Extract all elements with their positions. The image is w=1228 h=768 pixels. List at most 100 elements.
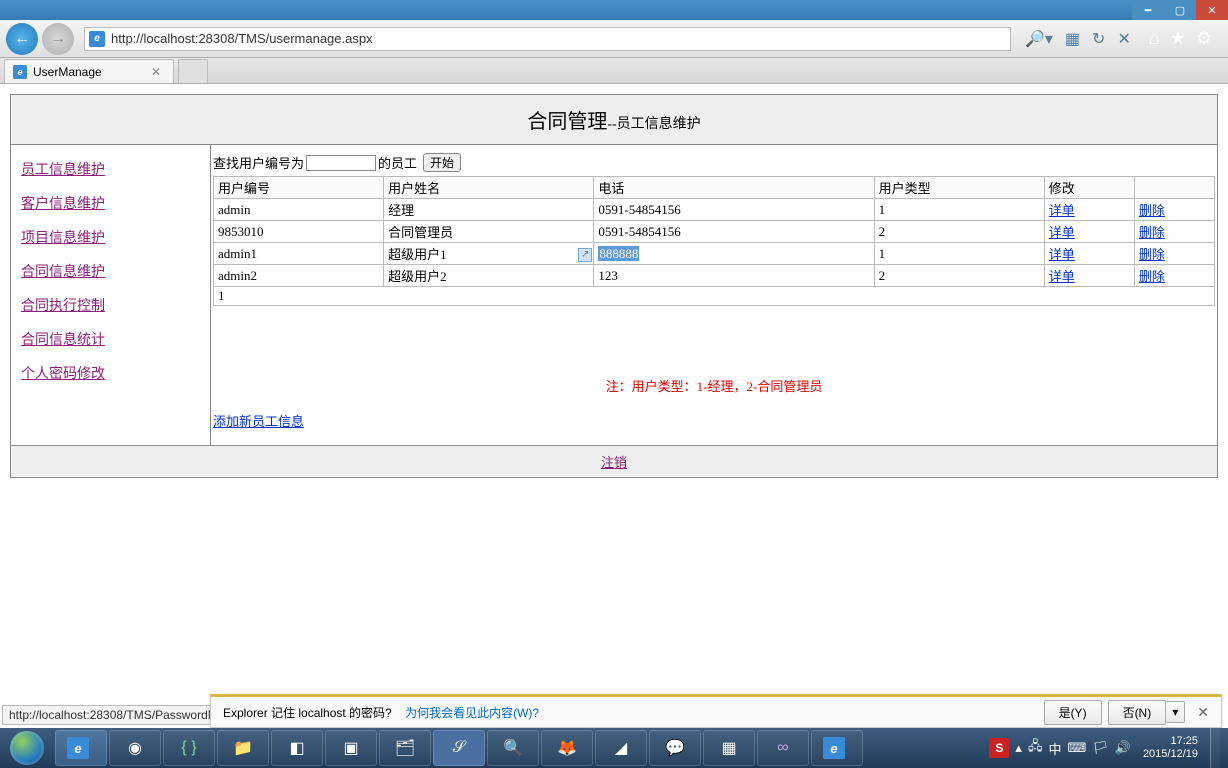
search-suffix: 的员工: [378, 153, 417, 172]
sidebar-item-stats[interactable]: 合同信息统计: [21, 329, 200, 349]
new-tab-button[interactable]: [178, 59, 208, 83]
prompt-yes-button[interactable]: 是(Y): [1044, 700, 1102, 725]
detail-link[interactable]: 详单: [1049, 247, 1075, 262]
refresh-icon[interactable]: ↻: [1092, 29, 1105, 49]
cell-id: admin: [214, 199, 384, 221]
toolbar-right: ⌂ ★ ⚙: [1139, 28, 1222, 49]
delete-link[interactable]: 删除: [1139, 269, 1165, 284]
compat-view-icon[interactable]: ▦: [1065, 29, 1080, 49]
sidebar-item-customer[interactable]: 客户信息维护: [21, 193, 200, 213]
home-icon[interactable]: ⌂: [1149, 28, 1160, 49]
taskbar-app-1[interactable]: { }: [163, 730, 215, 766]
window-titlebar: ━ ▢ ✕: [0, 0, 1228, 20]
taskbar-explorer[interactable]: 📁: [217, 730, 269, 766]
col-id: 用户编号: [214, 177, 384, 199]
tab-close-icon[interactable]: ✕: [147, 65, 165, 79]
taskbar-app-7[interactable]: ◢: [595, 730, 647, 766]
sidebar-item-execution[interactable]: 合同执行控制: [21, 295, 200, 315]
nav-icon-group: 🔎▾ ▦ ↻ ✕: [1017, 29, 1139, 49]
search-button[interactable]: 开始: [423, 153, 461, 172]
taskbar-ie[interactable]: e: [55, 730, 107, 766]
taskbar-wechat[interactable]: 💬: [649, 730, 701, 766]
ie-password-prompt: Explorer 记住 localhost 的密码? 为何我会看见此内容(W)?…: [210, 694, 1222, 728]
prompt-why-link[interactable]: 为何我会看见此内容(W)?: [405, 706, 539, 720]
sidebar-item-employee[interactable]: 员工信息维护: [21, 159, 200, 179]
footer: 注销: [11, 445, 1217, 477]
search-row: 查找用户编号为 的员工 开始: [213, 151, 1215, 176]
taskbar-ie-2[interactable]: e: [811, 730, 863, 766]
nav-forward-button[interactable]: →: [42, 23, 74, 55]
sidebar-item-password[interactable]: 个人密码修改: [21, 363, 200, 383]
tray-zh-icon[interactable]: 中: [1048, 739, 1061, 758]
favorites-icon[interactable]: ★: [1170, 28, 1186, 49]
show-desktop-button[interactable]: [1210, 728, 1220, 768]
tab-bar: e UserManage ✕: [0, 58, 1228, 84]
start-button[interactable]: [0, 728, 54, 768]
ie-icon: e: [13, 65, 27, 79]
stop-icon[interactable]: ✕: [1117, 29, 1130, 49]
search-dropdown-icon[interactable]: 🔎▾: [1025, 29, 1053, 49]
taskbar-app-8[interactable]: ▦: [703, 730, 755, 766]
cell-phone: 0591-54854156: [594, 199, 874, 221]
address-bar[interactable]: e http://localhost:28308/TMS/usermanage.…: [84, 27, 1011, 51]
taskbar: e ◉ { } 📁 ◧ ▣ 🗂 𝒮 🔍 🦊 ◢ 💬 ▦ ∞ e S ▴ 🖧 中 …: [0, 728, 1228, 768]
cell-type: 1: [874, 199, 1044, 221]
window-minimize[interactable]: ━: [1132, 0, 1164, 20]
user-table: 用户编号 用户姓名 电话 用户类型 修改 admin经理0591-5485415…: [213, 176, 1215, 287]
cell-name: 经理: [384, 199, 594, 221]
ie-icon: e: [89, 31, 105, 47]
cell-type: 2: [874, 265, 1044, 287]
tray-flag-icon[interactable]: 🏳: [1092, 740, 1109, 756]
prompt-no-button[interactable]: 否(N): [1108, 700, 1167, 725]
col-modify: 修改: [1044, 177, 1134, 199]
logout-link[interactable]: 注销: [601, 455, 627, 470]
window-close[interactable]: ✕: [1196, 0, 1228, 20]
tray-network-icon[interactable]: 🖧: [1028, 737, 1043, 759]
cell-phone: 123: [594, 265, 874, 287]
detail-link[interactable]: 详单: [1049, 269, 1075, 284]
taskbar-app-6[interactable]: 🔍: [487, 730, 539, 766]
detail-link[interactable]: 详单: [1049, 225, 1075, 240]
prompt-message: Explorer 记住 localhost 的密码? 为何我会看见此内容(W)?: [223, 704, 1038, 721]
delete-link[interactable]: 删除: [1139, 203, 1165, 218]
window-maximize[interactable]: ▢: [1164, 0, 1196, 20]
prompt-close-icon[interactable]: ✕: [1197, 704, 1209, 721]
tools-icon[interactable]: ⚙: [1196, 28, 1212, 49]
cell-id: admin1: [214, 243, 384, 265]
sidebar-item-contract[interactable]: 合同信息维护: [21, 261, 200, 281]
col-delete: [1134, 177, 1214, 199]
table-row: admin经理0591-548541561 详单 删除: [214, 199, 1215, 221]
taskbar-app-3[interactable]: ▣: [325, 730, 377, 766]
cell-phone: 0591-54854156: [594, 221, 874, 243]
sidebar-item-project[interactable]: 项目信息维护: [21, 227, 200, 247]
page-title: 合同管理--员工信息维护: [11, 95, 1217, 145]
delete-link[interactable]: 删除: [1139, 225, 1165, 240]
app-frame: 合同管理--员工信息维护 员工信息维护 客户信息维护 项目信息维护 合同信息维护…: [10, 94, 1218, 478]
browser-navbar: ← → e http://localhost:28308/TMS/userman…: [0, 20, 1228, 58]
taskbar-firefox[interactable]: 🦊: [541, 730, 593, 766]
cell-id: 9853010: [214, 221, 384, 243]
taskbar-app-2[interactable]: ◧: [271, 730, 323, 766]
cell-name: 超级用户1: [384, 243, 594, 265]
tray-volume-icon[interactable]: 🔊: [1115, 740, 1131, 756]
col-type: 用户类型: [874, 177, 1044, 199]
delete-link[interactable]: 删除: [1139, 247, 1165, 262]
tray-clock[interactable]: 17:25 2015/12/19: [1137, 735, 1204, 761]
cell-name: 合同管理员: [384, 221, 594, 243]
accelerator-icon[interactable]: ↗: [578, 248, 592, 262]
taskbar-chrome[interactable]: ◉: [109, 730, 161, 766]
taskbar-vs[interactable]: ∞: [757, 730, 809, 766]
prompt-no-dropdown[interactable]: ▾: [1166, 701, 1185, 723]
taskbar-app-4[interactable]: 🗂: [379, 730, 431, 766]
url-text: http://localhost:28308/TMS/usermanage.as…: [111, 31, 1006, 46]
taskbar-app-5[interactable]: 𝒮: [433, 730, 485, 766]
add-employee-link[interactable]: 添加新员工信息: [213, 411, 1215, 430]
detail-link[interactable]: 详单: [1049, 203, 1075, 218]
tab-usermanage[interactable]: e UserManage ✕: [4, 59, 174, 83]
tray-up-icon[interactable]: ▴: [1015, 740, 1022, 756]
search-input[interactable]: [306, 155, 376, 171]
nav-back-button[interactable]: ←: [6, 23, 38, 55]
table-row: 9853010合同管理员0591-548541562详单删除: [214, 221, 1215, 243]
tray-sogou-icon[interactable]: S: [989, 738, 1009, 758]
tray-keyboard-icon[interactable]: ⌨: [1067, 740, 1086, 756]
